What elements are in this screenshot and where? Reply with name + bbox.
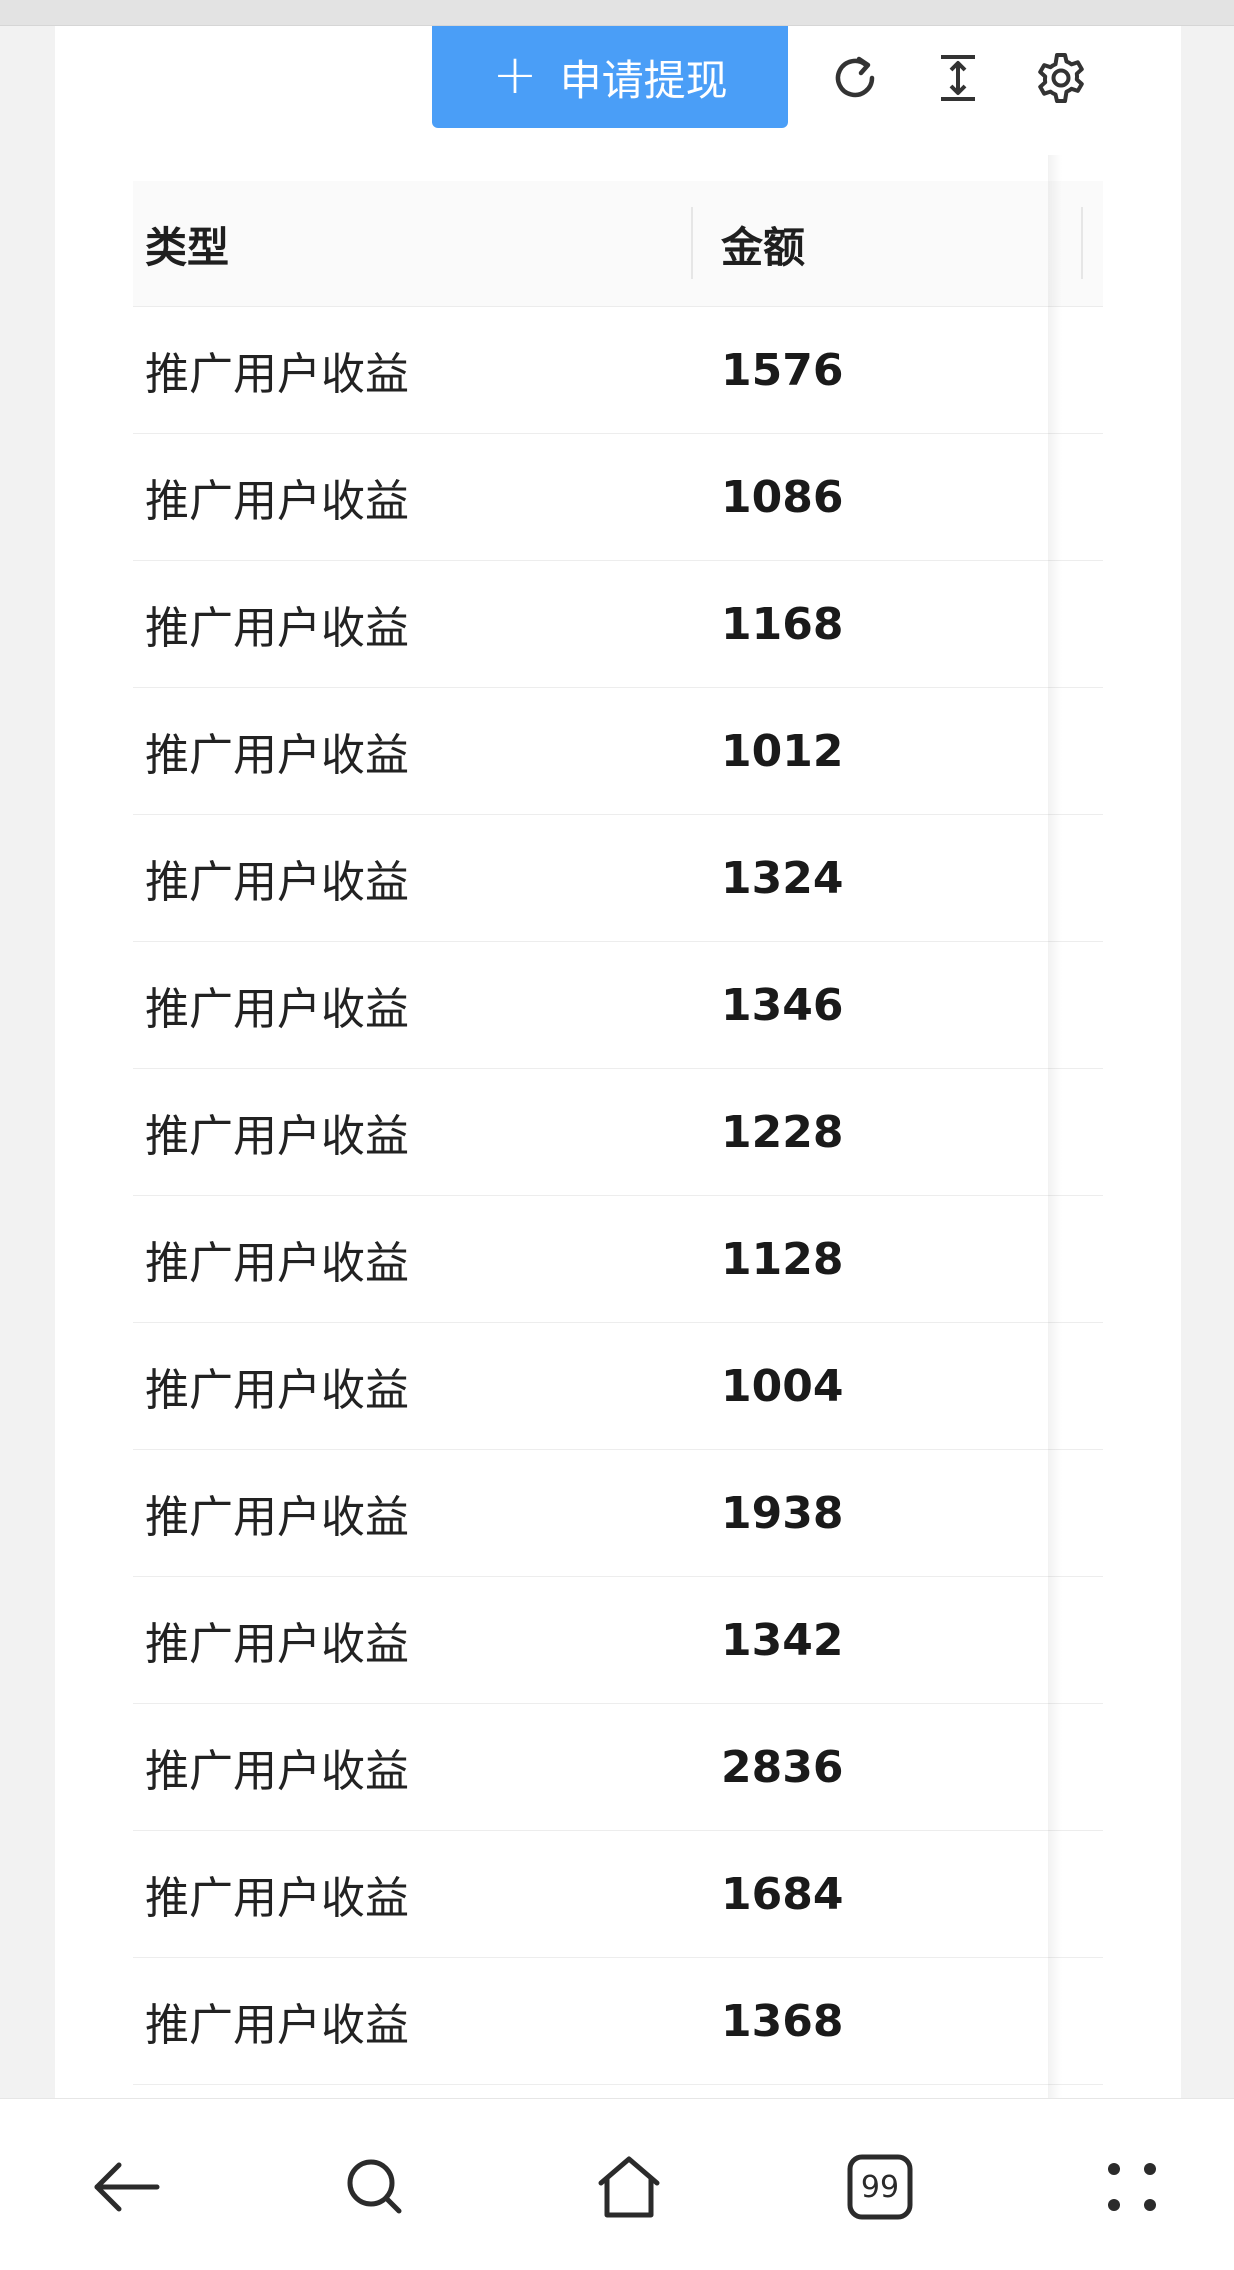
- table-row[interactable]: 推广用户收益 1368 邓: [133, 1958, 1103, 2085]
- column-separator: [1081, 207, 1083, 279]
- cell-amount: 1004: [721, 1360, 844, 1412]
- column-separator: [691, 207, 693, 279]
- cell-type: 推广用户收益: [145, 1619, 409, 1670]
- cell-amount: 1576: [721, 344, 844, 396]
- cell-type: 推广用户收益: [145, 857, 409, 908]
- apply-withdraw-label: 申请提现: [559, 55, 728, 105]
- browser-bottom-nav: 99: [0, 2098, 1234, 2270]
- table-row[interactable]: 推广用户收益 1346 邓: [133, 942, 1103, 1069]
- cell-type: 推广用户收益: [145, 1492, 409, 1543]
- table-row[interactable]: 推广用户收益 1342 邓: [133, 1577, 1103, 1704]
- table-header: 类型 金额 收: [133, 181, 1103, 307]
- tabs-icon[interactable]: 99: [838, 2145, 922, 2229]
- table-row[interactable]: 推广用户收益 1324 邓: [133, 815, 1103, 942]
- cell-amount: 1012: [721, 725, 844, 777]
- table-row[interactable]: 推广用户收益 1684 邓: [133, 1831, 1103, 1958]
- table-row[interactable]: 推广用户收益 1938 邓: [133, 1450, 1103, 1577]
- table-toolbar: + 申请提现: [55, 26, 1181, 131]
- apply-withdraw-button[interactable]: + 申请提现: [432, 26, 788, 128]
- search-icon[interactable]: [333, 2145, 417, 2229]
- gear-icon[interactable]: [1031, 48, 1091, 108]
- cell-amount: 1324: [721, 852, 844, 904]
- back-arrow-icon[interactable]: [84, 2145, 168, 2229]
- refresh-icon[interactable]: [825, 48, 885, 108]
- table-row[interactable]: 推广用户收益 1086 邓: [133, 434, 1103, 561]
- cell-amount: 1342: [721, 1614, 844, 1666]
- table-row[interactable]: 推广用户收益 1012 邓: [133, 688, 1103, 815]
- row-height-icon[interactable]: [928, 48, 988, 108]
- cell-type: 推广用户收益: [145, 349, 409, 400]
- table-row[interactable]: 推广用户收益 1168 邓: [133, 561, 1103, 688]
- table-row[interactable]: 推广用户收益 1576 邓: [133, 307, 1103, 434]
- table-row[interactable]: 推广用户收益 1004 邓: [133, 1323, 1103, 1450]
- table-body: 推广用户收益 1576 邓 推广用户收益 1086 邓 推广用户收益 1168 …: [133, 307, 1103, 2098]
- tabs-count-badge: 99: [860, 2169, 900, 2205]
- menu-dots-icon[interactable]: [1090, 2145, 1174, 2229]
- column-header-amount: 金额: [721, 222, 806, 272]
- table-scroll-shadow: [1048, 155, 1062, 2098]
- cell-amount: 2836: [721, 1741, 844, 1793]
- earnings-table: 类型 金额 收 推广用户收益 1576 邓 推广用户收益 1086 邓 推广用户…: [133, 181, 1103, 2098]
- plus-icon: +: [492, 43, 538, 106]
- cell-type: 推广用户收益: [145, 2000, 409, 2051]
- cell-amount: 1228: [721, 1106, 844, 1158]
- cell-type: 推广用户收益: [145, 984, 409, 1035]
- table-row[interactable]: 推广用户收益 2836 邓: [133, 1704, 1103, 1831]
- cell-type: 推广用户收益: [145, 1873, 409, 1924]
- cell-type: 推广用户收益: [145, 1365, 409, 1416]
- cell-amount: 1086: [721, 471, 844, 523]
- cell-type: 推广用户收益: [145, 730, 409, 781]
- table-row[interactable]: [133, 2085, 1103, 2098]
- content-card: + 申请提现 类型 金额 推广用户收益 1576 推广用户收益 1086 推广用…: [55, 26, 1181, 2098]
- cell-amount: 1368: [721, 1995, 844, 2047]
- cell-amount: 1128: [721, 1233, 844, 1285]
- table-row[interactable]: 推广用户收益 1228 邓: [133, 1069, 1103, 1196]
- column-header-type: 类型: [145, 222, 230, 272]
- table-row[interactable]: 推广用户收益 1128 邓: [133, 1196, 1103, 1323]
- cell-type: 推广用户收益: [145, 603, 409, 654]
- cell-amount: 1938: [721, 1487, 844, 1539]
- cell-type: 推广用户收益: [145, 1111, 409, 1162]
- home-icon[interactable]: [587, 2145, 671, 2229]
- cell-type: 推广用户收益: [145, 1238, 409, 1289]
- cell-amount: 1168: [721, 598, 844, 650]
- cell-amount: 1684: [721, 1868, 844, 1920]
- cell-amount: 1346: [721, 979, 844, 1031]
- cell-type: 推广用户收益: [145, 1746, 409, 1797]
- browser-top-strip: [0, 0, 1234, 26]
- cell-type: 推广用户收益: [145, 476, 409, 527]
